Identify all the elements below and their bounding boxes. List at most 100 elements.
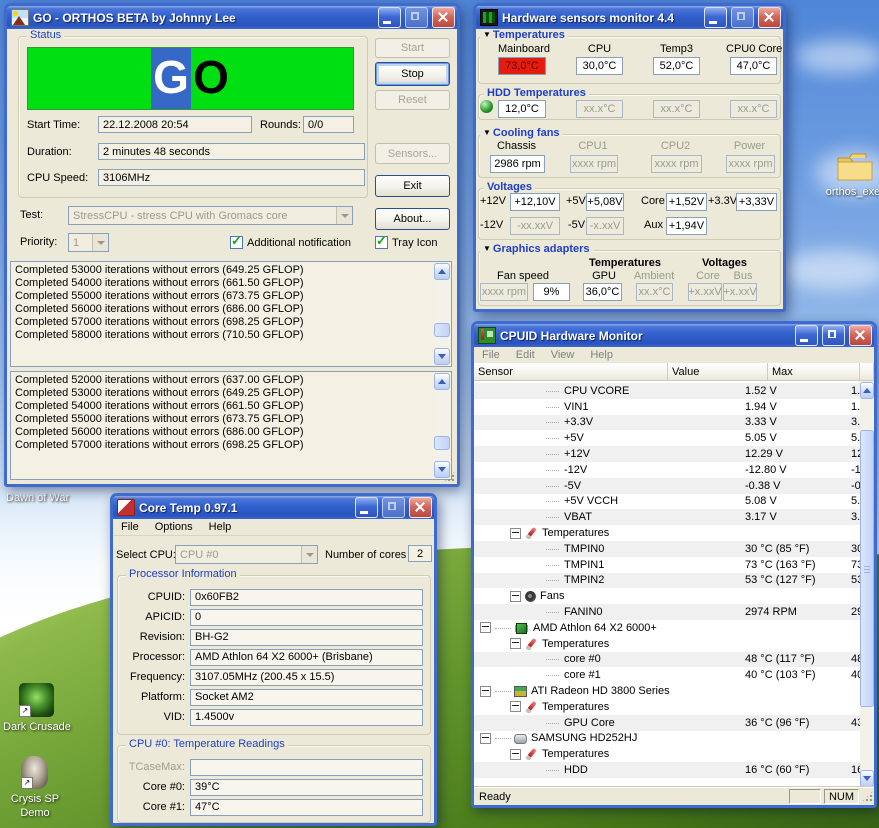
sensor-row[interactable]: SAMSUNG HD252HJ <box>474 731 874 747</box>
close-button[interactable] <box>849 325 872 346</box>
sensor-row[interactable]: VIN11.94 V1.94 V <box>474 399 874 415</box>
sensor-row[interactable]: CPU VCORE1.52 V1.52 V <box>474 383 874 399</box>
column-header-max[interactable]: Max <box>768 363 860 381</box>
minimize-button[interactable] <box>355 497 378 518</box>
sensor-row[interactable]: +5V VCCH5.08 V5.08 V <box>474 494 874 510</box>
menu-file[interactable]: File <box>113 521 147 533</box>
close-button[interactable] <box>409 497 432 518</box>
sensor-row[interactable]: TMPIN030 °C (85 °F)30 °C (85 °F) <box>474 541 874 557</box>
about-button[interactable]: About... <box>375 208 450 230</box>
chevron-down-icon[interactable] <box>336 207 352 224</box>
sensor-row[interactable]: +12V12.29 V12.29 V <box>474 446 874 462</box>
menu-edit[interactable]: Edit <box>508 349 543 361</box>
scrollbar-thumb[interactable] <box>860 430 874 707</box>
cpu-speed-field[interactable]: 3106MHz <box>98 169 365 186</box>
menu-view[interactable]: View <box>543 349 583 361</box>
titlebar-orthos[interactable]: GO - ORTHOS BETA by Johnny Lee <box>7 6 457 29</box>
select-cpu-combobox[interactable]: CPU #0 <box>175 545 318 564</box>
temperatures-header[interactable]: ▼Temperatures <box>480 29 568 41</box>
tree-collapse-icon[interactable] <box>510 591 521 602</box>
priority-combobox[interactable]: 1 <box>68 233 109 252</box>
maximize-button[interactable] <box>382 497 405 518</box>
close-button[interactable] <box>432 7 455 28</box>
tree-collapse-icon[interactable] <box>480 686 491 697</box>
scroll-down-icon[interactable] <box>434 348 450 365</box>
scroll-up-icon[interactable] <box>434 263 450 280</box>
log2-scrollbar[interactable] <box>434 373 450 478</box>
dark-crusade-icon[interactable]: ↗ <box>19 683 54 717</box>
field-value[interactable]: Socket AM2 <box>190 689 423 706</box>
reset-button[interactable]: Reset <box>375 90 450 110</box>
sensor-row[interactable]: GPU Core36 °C (96 °F)43 °C (109 °F) <box>474 715 874 731</box>
desktop-icon-label-crysis-line2[interactable]: Demo <box>0 807 70 819</box>
titlebar-coretemp[interactable]: Core Temp 0.97.1 <box>113 496 434 519</box>
sensor-row[interactable]: VBAT3.17 V3.17 V <box>474 509 874 525</box>
menu-help[interactable]: Help <box>582 349 621 361</box>
tree-collapse-icon[interactable] <box>510 749 521 760</box>
start-time-field[interactable]: 22.12.2008 20:54 <box>98 116 252 133</box>
maximize-button[interactable] <box>731 7 754 28</box>
sensor-row[interactable]: AMD Athlon 64 X2 6000+ <box>474 620 874 636</box>
start-button[interactable]: Start <box>375 38 450 58</box>
field-value[interactable]: AMD Athlon 64 X2 6000+ (Brisbane) <box>190 649 423 666</box>
titlebar-hsm[interactable]: Hardware sensors monitor 4.4 <box>476 6 783 29</box>
duration-field[interactable]: 2 minutes 48 seconds <box>98 143 365 160</box>
scroll-up-icon[interactable] <box>860 382 874 399</box>
tree-collapse-icon[interactable] <box>480 622 491 633</box>
field-value[interactable] <box>190 759 423 776</box>
sensor-row[interactable]: FANIN02974 RPM2987 RPM <box>474 604 874 620</box>
folder-icon[interactable] <box>836 151 874 183</box>
chevron-down-icon[interactable] <box>92 234 108 251</box>
sensor-row[interactable]: Temperatures <box>474 525 874 541</box>
scrollbar-thumb[interactable] <box>434 323 450 337</box>
menu-help[interactable]: Help <box>201 521 240 533</box>
tree-collapse-icon[interactable] <box>510 528 521 539</box>
log-pane-1[interactable]: Completed 53000 iterations without error… <box>10 261 452 367</box>
list-scrollbar[interactable] <box>860 381 874 788</box>
sensor-row[interactable]: -5V-0.38 V-0.38 V <box>474 478 874 494</box>
field-value[interactable]: 0 <box>190 609 423 626</box>
minimize-button[interactable] <box>795 325 818 346</box>
log1-scrollbar[interactable] <box>434 263 450 365</box>
scrollbar-thumb[interactable] <box>434 436 450 450</box>
additional-notification-checkbox[interactable]: ✓ <box>230 236 243 249</box>
sensor-row[interactable]: HDD16 °C (60 °F)16 °C (60 °F) <box>474 762 874 778</box>
hdd-temps-header[interactable]: HDD Temperatures <box>484 87 589 99</box>
titlebar-cpuid[interactable]: CPUID Hardware Monitor <box>474 324 874 347</box>
crysis-sp-demo-icon[interactable]: ↗ <box>21 756 48 789</box>
sensor-row[interactable]: Temperatures <box>474 699 874 715</box>
field-value[interactable]: 47°C <box>190 799 423 816</box>
sensor-row[interactable]: Temperatures <box>474 746 874 762</box>
maximize-button[interactable] <box>405 7 428 28</box>
resize-grip[interactable] <box>861 790 874 803</box>
sensor-row[interactable]: TMPIN173 °C (163 °F)73 °C (163 °F) <box>474 557 874 573</box>
field-value[interactable]: 3107.05MHz (200.45 x 15.5) <box>190 669 423 686</box>
graphics-adapters-header[interactable]: ▼Graphics adapters <box>480 243 593 255</box>
desktop-icon-label-dark-crusade[interactable]: Dark Crusade <box>0 721 74 733</box>
tree-collapse-icon[interactable] <box>510 701 521 712</box>
sensors-button[interactable]: Sensors... <box>375 143 450 164</box>
sensor-row[interactable]: core #048 °C (117 °F)48 °C (117 °F) <box>474 652 874 668</box>
field-value[interactable]: 1.4500v <box>190 709 423 726</box>
cooling-fans-header[interactable]: ▼Cooling fans <box>480 127 563 139</box>
maximize-button[interactable] <box>822 325 845 346</box>
field-value[interactable]: BH-G2 <box>190 629 423 646</box>
sensor-row[interactable]: Fans <box>474 588 874 604</box>
tree-collapse-icon[interactable] <box>480 733 491 744</box>
sensor-row[interactable]: core #140 °C (103 °F)40 °C (104 °F) <box>474 667 874 683</box>
sensor-row[interactable]: ATI Radeon HD 3800 Series <box>474 683 874 699</box>
stop-button[interactable]: Stop <box>375 62 450 86</box>
sensor-row[interactable]: +3.3V3.33 V3.33 V <box>474 415 874 431</box>
field-value[interactable]: 39°C <box>190 779 423 796</box>
rounds-field[interactable]: 0/0 <box>303 116 354 133</box>
exit-button[interactable]: Exit <box>375 175 450 197</box>
sensor-list[interactable]: CPU VCORE1.52 V1.52 VVIN11.94 V1.94 V+3.… <box>474 381 874 788</box>
tray-icon-checkbox[interactable]: ✓ <box>375 236 388 249</box>
field-value[interactable]: 0x60FB2 <box>190 589 423 606</box>
scroll-down-icon[interactable] <box>434 461 450 478</box>
sensor-row[interactable]: +5V5.05 V5.08 V <box>474 430 874 446</box>
chevron-down-icon[interactable] <box>301 546 317 563</box>
column-header-sensor[interactable]: Sensor <box>474 363 668 381</box>
menu-file[interactable]: File <box>474 349 508 361</box>
tree-collapse-icon[interactable] <box>510 638 521 649</box>
